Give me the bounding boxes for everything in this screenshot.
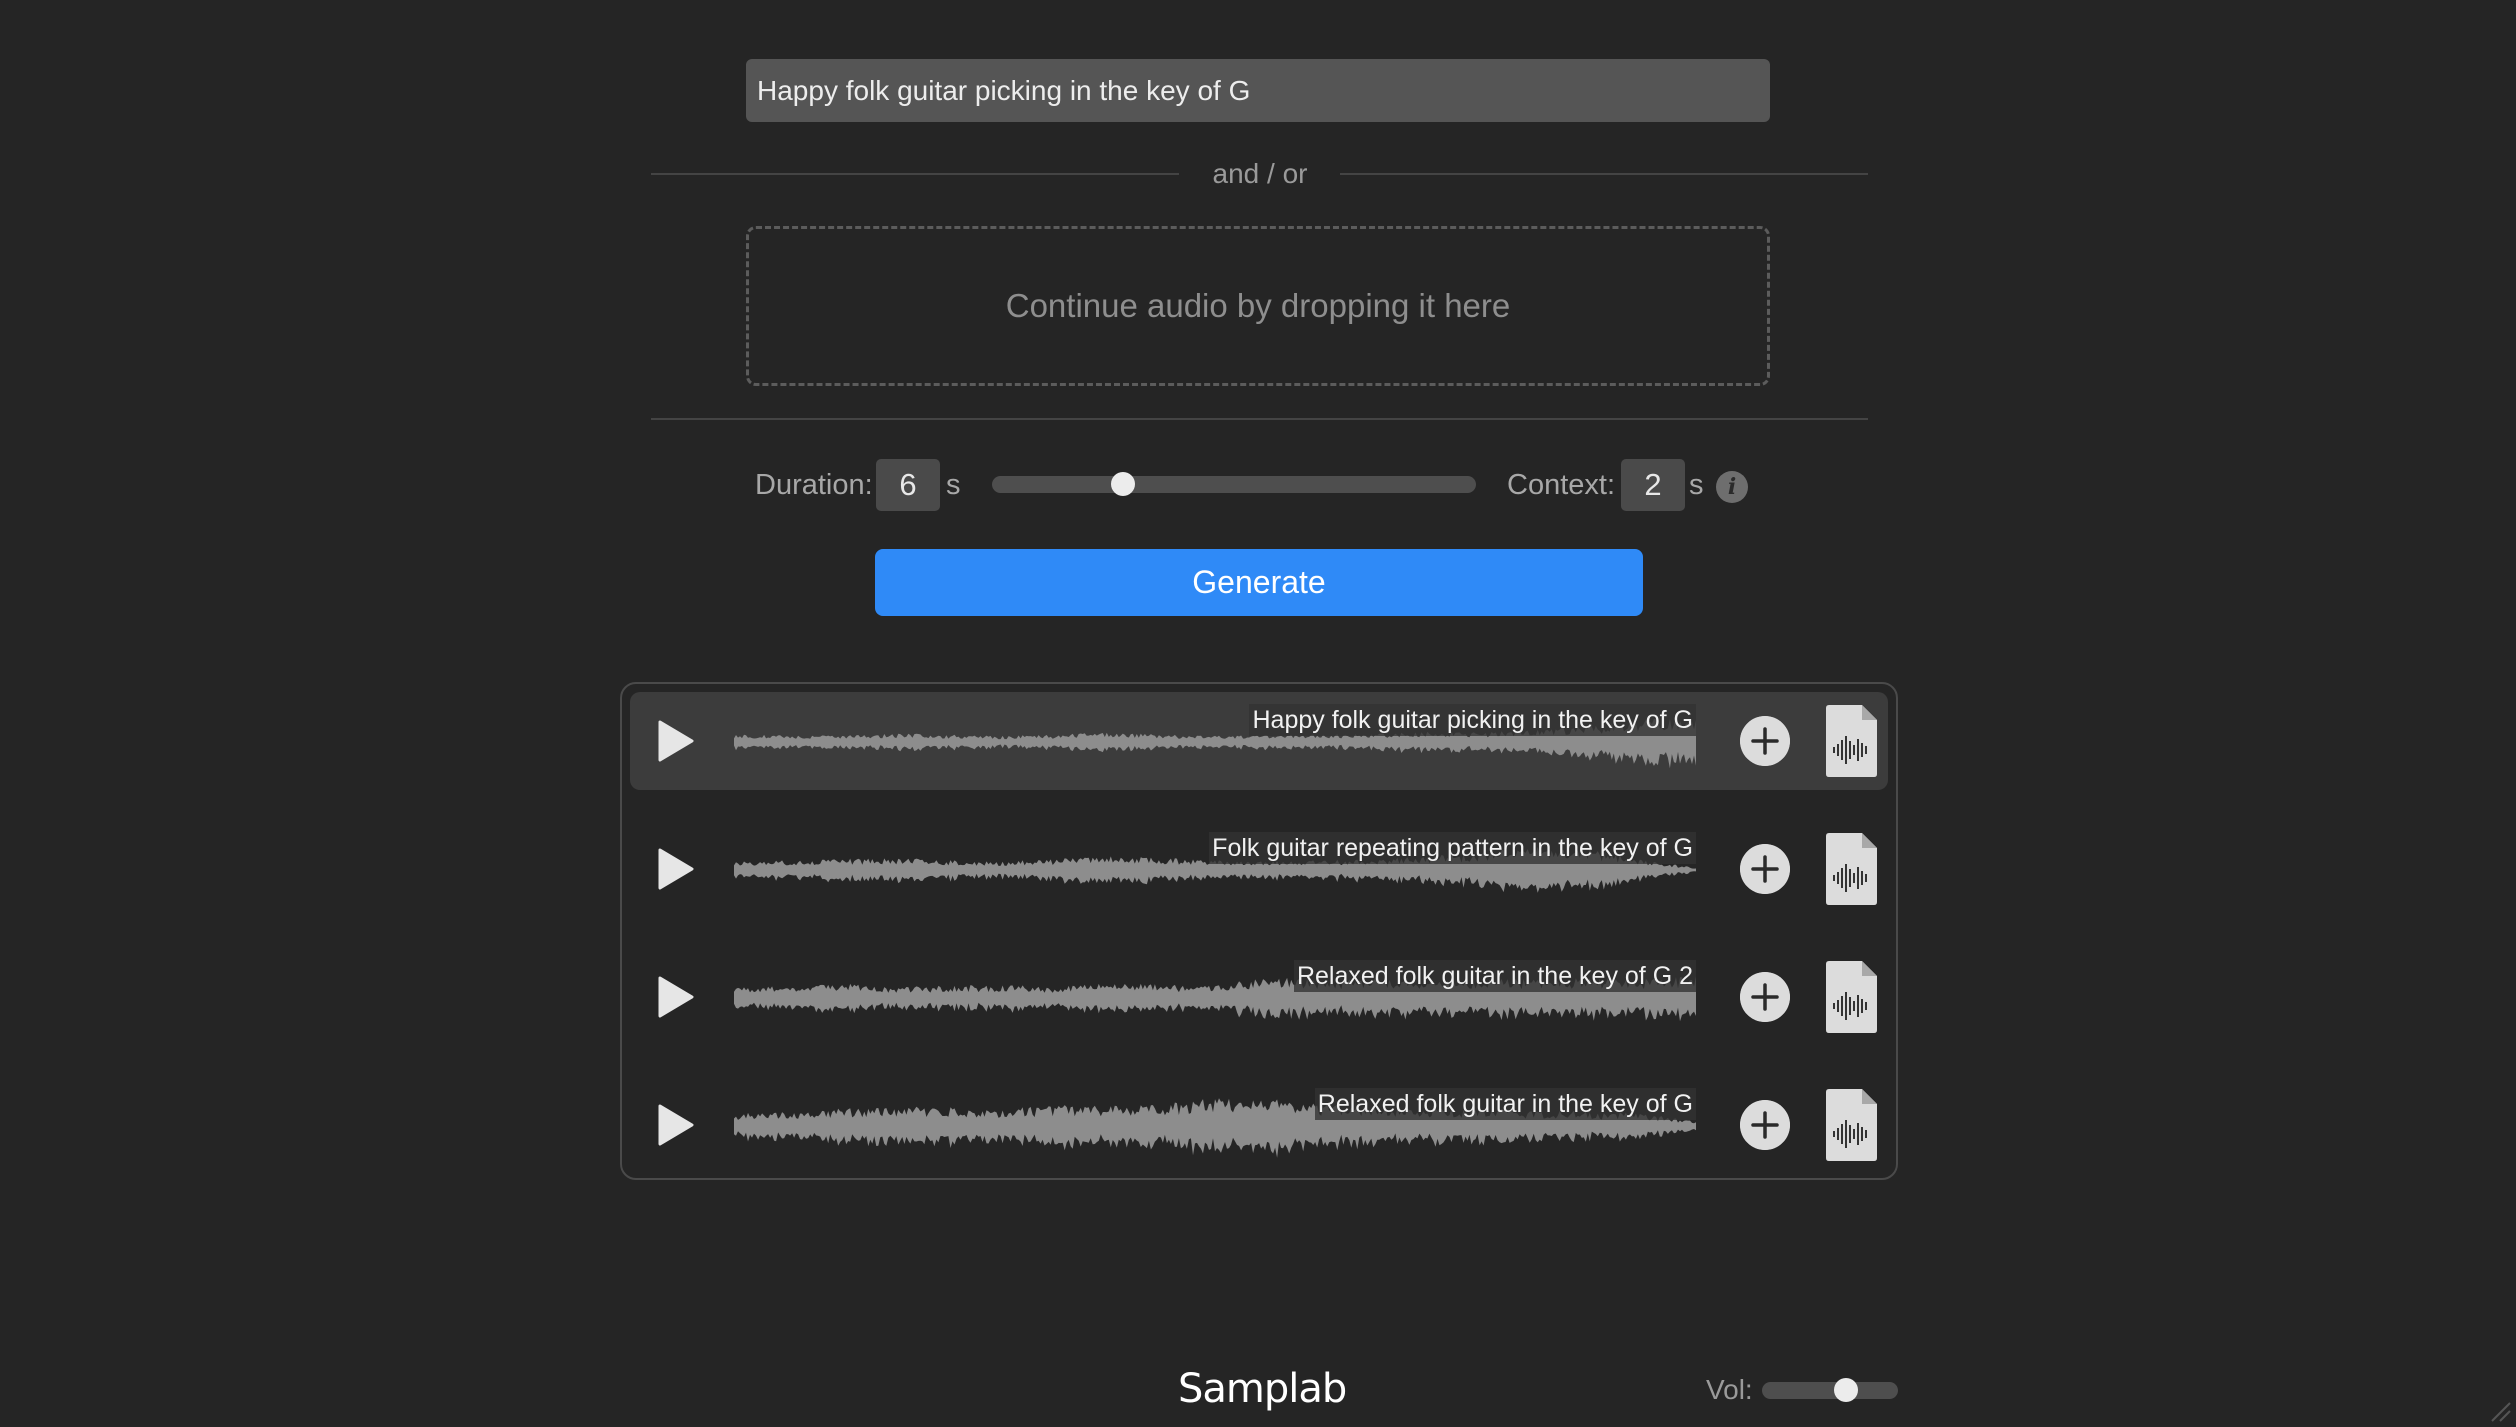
- play-icon[interactable]: [650, 844, 700, 894]
- section-divider: [651, 418, 1868, 420]
- samplab-logo: Samplab: [1178, 1366, 1347, 1412]
- play-icon[interactable]: [650, 1100, 700, 1150]
- plus-icon[interactable]: [1740, 972, 1790, 1022]
- result-label: Happy folk guitar picking in the key of …: [1249, 704, 1696, 736]
- duration-label: Duration:: [755, 469, 873, 501]
- plus-icon[interactable]: [1740, 716, 1790, 766]
- results-panel: Happy folk guitar picking in the key of …: [620, 682, 1898, 1180]
- plus-icon[interactable]: [1740, 844, 1790, 894]
- context-field[interactable]: 2: [1621, 459, 1685, 511]
- result-label: Folk guitar repeating pattern in the key…: [1209, 832, 1696, 864]
- prompt-input[interactable]: [746, 59, 1770, 122]
- resize-grip-icon[interactable]: [2490, 1401, 2512, 1423]
- audio-file-icon[interactable]: [1822, 832, 1878, 906]
- drop-zone-label: Continue audio by dropping it here: [1005, 287, 1511, 324]
- duration-slider-thumb[interactable]: [1110, 472, 1135, 496]
- context-label: Context:: [1507, 469, 1615, 501]
- divider-right: [1340, 173, 1868, 175]
- result-row[interactable]: Happy folk guitar picking in the key of …: [630, 692, 1888, 790]
- result-row[interactable]: Relaxed folk guitar in the key of G 2: [630, 948, 1888, 1046]
- result-label: Relaxed folk guitar in the key of G 2: [1293, 960, 1696, 992]
- audio-file-icon[interactable]: [1822, 1088, 1878, 1162]
- generate-button[interactable]: Generate: [875, 549, 1643, 616]
- info-icon[interactable]: i: [1716, 471, 1748, 503]
- audio-file-icon[interactable]: [1822, 704, 1878, 778]
- divider-left: [651, 173, 1179, 175]
- play-icon[interactable]: [650, 972, 700, 1022]
- result-row[interactable]: Folk guitar repeating pattern in the key…: [630, 820, 1888, 918]
- volume-slider-track[interactable]: [1762, 1382, 1898, 1399]
- audio-drop-zone[interactable]: Continue audio by dropping it here: [746, 226, 1770, 386]
- result-row[interactable]: Relaxed folk guitar in the key of G: [630, 1076, 1888, 1174]
- duration-slider-track[interactable]: [992, 476, 1476, 493]
- volume-label: Vol:: [1706, 1374, 1753, 1405]
- audio-file-icon[interactable]: [1822, 960, 1878, 1034]
- result-label: Relaxed folk guitar in the key of G: [1314, 1088, 1696, 1120]
- context-unit: s: [1689, 469, 1704, 501]
- plus-icon[interactable]: [1740, 1100, 1790, 1150]
- duration-unit: s: [946, 469, 961, 501]
- play-icon[interactable]: [650, 716, 700, 766]
- duration-field[interactable]: 6: [876, 459, 940, 511]
- divider-text: and / or: [1212, 158, 1308, 189]
